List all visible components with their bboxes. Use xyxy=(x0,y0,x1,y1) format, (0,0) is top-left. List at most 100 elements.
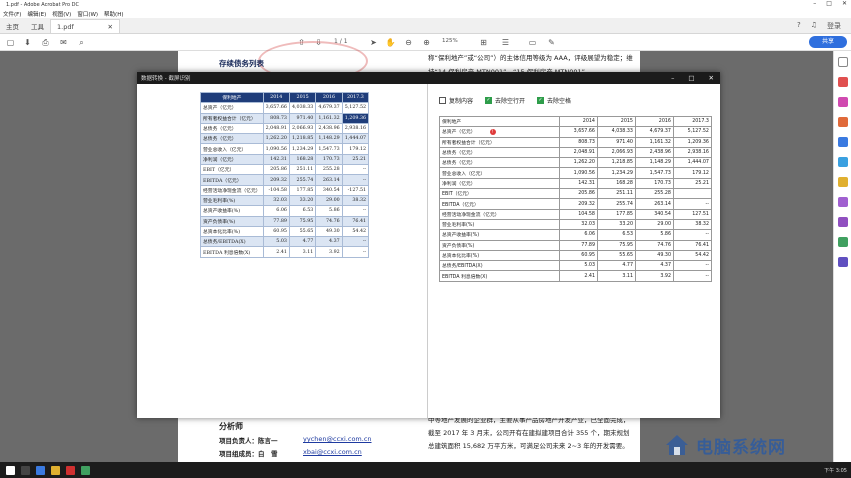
menu-edit[interactable]: 编辑(E) xyxy=(27,10,46,18)
ocr-cell[interactable]: 1,090.56 xyxy=(559,167,598,179)
ocr-row-label[interactable]: EBITDA（亿元） xyxy=(439,198,560,210)
create-pdf-icon[interactable] xyxy=(838,97,848,107)
ocr-cell[interactable]: 29.00 xyxy=(635,218,674,231)
ocr-cell[interactable]: 808.73 xyxy=(559,136,598,148)
ocr-row-label[interactable]: EBIT（亿元） xyxy=(439,188,560,200)
login-link[interactable]: 登录 xyxy=(827,21,841,31)
remove-blank-rows-checkbox[interactable]: ✓ 去除空行开 xyxy=(485,96,525,105)
copy-content-button[interactable]: 复制内容 xyxy=(439,96,473,105)
ocr-row-label[interactable]: 资产负债率(%) xyxy=(439,239,560,251)
app-icon[interactable] xyxy=(81,465,90,475)
ocr-row-label[interactable]: 营业毛利率(%) xyxy=(439,218,560,231)
ocr-cell[interactable]: 127.51 xyxy=(673,208,712,220)
ocr-cell[interactable]: 32.03 xyxy=(559,218,598,231)
menu-window[interactable]: 窗口(W) xyxy=(77,10,98,18)
create-icon[interactable]: ▢ xyxy=(5,37,16,48)
ocr-row-label[interactable]: EBITDA 利息倍数(X) xyxy=(439,270,560,282)
ocr-header[interactable]: 保利地产 xyxy=(439,115,560,128)
ocr-cell[interactable]: 33.20 xyxy=(597,218,636,231)
start-icon[interactable] xyxy=(6,465,15,475)
ocr-cell[interactable]: 6.06 xyxy=(559,229,598,241)
fit-page-icon[interactable]: ⊞ xyxy=(478,37,489,48)
ocr-cell[interactable]: 5.03 xyxy=(559,260,598,272)
pen-icon[interactable]: ✎ xyxy=(546,37,557,48)
ocr-cell[interactable]: 255.28 xyxy=(635,188,674,200)
minimize-icon[interactable]: – xyxy=(813,0,816,7)
ocr-cell[interactable]: 1,148.29 xyxy=(635,157,674,169)
menu-help[interactable]: 帮助(H) xyxy=(104,10,123,18)
zoom-panel-icon[interactable] xyxy=(838,57,848,67)
edge-icon[interactable] xyxy=(36,465,45,475)
ocr-cell[interactable]: 4,038.33 xyxy=(597,126,636,138)
analyst-member-email[interactable]: xbai@ccxi.com.cn xyxy=(303,448,362,456)
ocr-cell[interactable]: 2,438.96 xyxy=(635,146,674,159)
ocr-cell[interactable]: 971.40 xyxy=(597,136,636,148)
ocr-cell[interactable]: 76.41 xyxy=(673,239,712,251)
ocr-cell[interactable]: 5.86 xyxy=(635,229,674,241)
ocr-cell[interactable]: 2,938.16 xyxy=(673,146,712,159)
menu-file[interactable]: 文件(F) xyxy=(3,10,21,18)
ocr-cell[interactable]: 104.58 xyxy=(559,208,598,220)
ocr-cell[interactable]: 177.85 xyxy=(597,208,636,220)
ocr-cell[interactable]: 77.89 xyxy=(559,239,598,251)
ocr-cell[interactable]: 3.11 xyxy=(597,270,636,282)
mail-icon[interactable]: ✉ xyxy=(58,37,69,48)
select-cursor-icon[interactable]: ➤ xyxy=(368,37,379,48)
zoom-level[interactable]: 125% xyxy=(442,38,458,44)
ocr-row-label[interactable]: 所有者权益合计（亿元） xyxy=(439,136,560,148)
ocr-cell[interactable]: 2,048.91 xyxy=(559,146,598,159)
analyst-lead-email[interactable]: yychen@ccxi.com.cn xyxy=(303,435,372,443)
search-icon[interactable]: ⌕ xyxy=(76,37,87,48)
ocr-cell[interactable]: 170.73 xyxy=(635,177,674,190)
ocr-cell[interactable]: 75.95 xyxy=(597,239,636,251)
organize-icon[interactable] xyxy=(838,157,848,167)
search-taskbar-icon[interactable] xyxy=(21,465,30,475)
zoom-out-icon[interactable]: ⊖ xyxy=(403,37,414,48)
ocr-header[interactable]: 2017.3 xyxy=(673,115,712,128)
ocr-cell[interactable]: 3.92 xyxy=(635,270,674,282)
ocr-row-label[interactable]: 总债务（亿元） xyxy=(439,157,560,169)
ocr-cell[interactable]: 340.54 xyxy=(635,208,674,220)
ocr-cell[interactable]: 60.95 xyxy=(559,249,598,262)
maximize-icon[interactable]: □ xyxy=(826,0,832,7)
close-icon[interactable]: ✕ xyxy=(842,0,847,7)
more-tools-icon[interactable] xyxy=(838,257,848,267)
tab-close-icon[interactable]: ✕ xyxy=(108,23,113,31)
ocr-row-label[interactable]: 总资本化比率(%) xyxy=(439,249,560,262)
ocr-cell[interactable]: -- xyxy=(673,270,712,282)
fill-sign-icon[interactable] xyxy=(838,197,848,207)
ocr-cell[interactable]: 142.31 xyxy=(559,177,598,190)
share-button[interactable]: 共享 xyxy=(809,36,847,48)
ocr-cell[interactable]: 1,444.07 xyxy=(673,157,712,169)
ocr-cell[interactable]: 38.32 xyxy=(673,218,712,231)
ocr-cell[interactable]: 168.28 xyxy=(597,177,636,190)
ocr-cell[interactable]: 5,127.52 xyxy=(673,126,712,138)
tab-home[interactable]: 主页 xyxy=(0,19,25,33)
ocr-row-label[interactable]: 经营活动净现金流（亿元） xyxy=(439,208,560,220)
ocr-row-label[interactable]: 总资产收益率(%) xyxy=(439,229,560,241)
print-icon[interactable]: ⎙ xyxy=(40,37,51,48)
ocr-row-label[interactable]: 总债务/EBITDA(X) xyxy=(439,260,560,272)
ocr-header[interactable]: 2016 xyxy=(635,115,674,128)
warning-icon[interactable]: ! xyxy=(489,128,496,135)
tab-tools[interactable]: 工具 xyxy=(25,19,50,33)
optimize-icon[interactable] xyxy=(838,237,848,247)
ocr-cell[interactable]: 251.11 xyxy=(597,188,636,200)
explorer-icon[interactable] xyxy=(51,465,60,475)
edit-pdf-icon[interactable] xyxy=(838,117,848,127)
ocr-cell[interactable]: 209.32 xyxy=(559,198,598,210)
ocr-cell[interactable]: 74.76 xyxy=(635,239,674,251)
comment-icon[interactable]: ▭ xyxy=(527,37,538,48)
ocr-cell[interactable]: 1,547.73 xyxy=(635,167,674,179)
protect-icon[interactable] xyxy=(838,217,848,227)
export-pdf-icon[interactable] xyxy=(838,77,848,87)
tab-document[interactable]: 1.pdf ✕ xyxy=(50,19,120,33)
hand-tool-icon[interactable]: ✋ xyxy=(385,37,396,48)
comment-panel-icon[interactable] xyxy=(838,177,848,187)
ocr-cell[interactable]: 1,161.32 xyxy=(635,136,674,148)
ocr-row-label[interactable]: 总资产（亿元）! xyxy=(439,126,560,138)
acrobat-icon[interactable] xyxy=(66,465,75,475)
ocr-cell[interactable]: 2,066.93 xyxy=(597,146,636,159)
remove-spaces-checkbox[interactable]: ✓ 去除空格 xyxy=(537,96,571,105)
ocr-result-table[interactable]: 保利地产 2014 2015 2016 2017.3 总资产（亿元）! 3,657… xyxy=(439,115,712,282)
